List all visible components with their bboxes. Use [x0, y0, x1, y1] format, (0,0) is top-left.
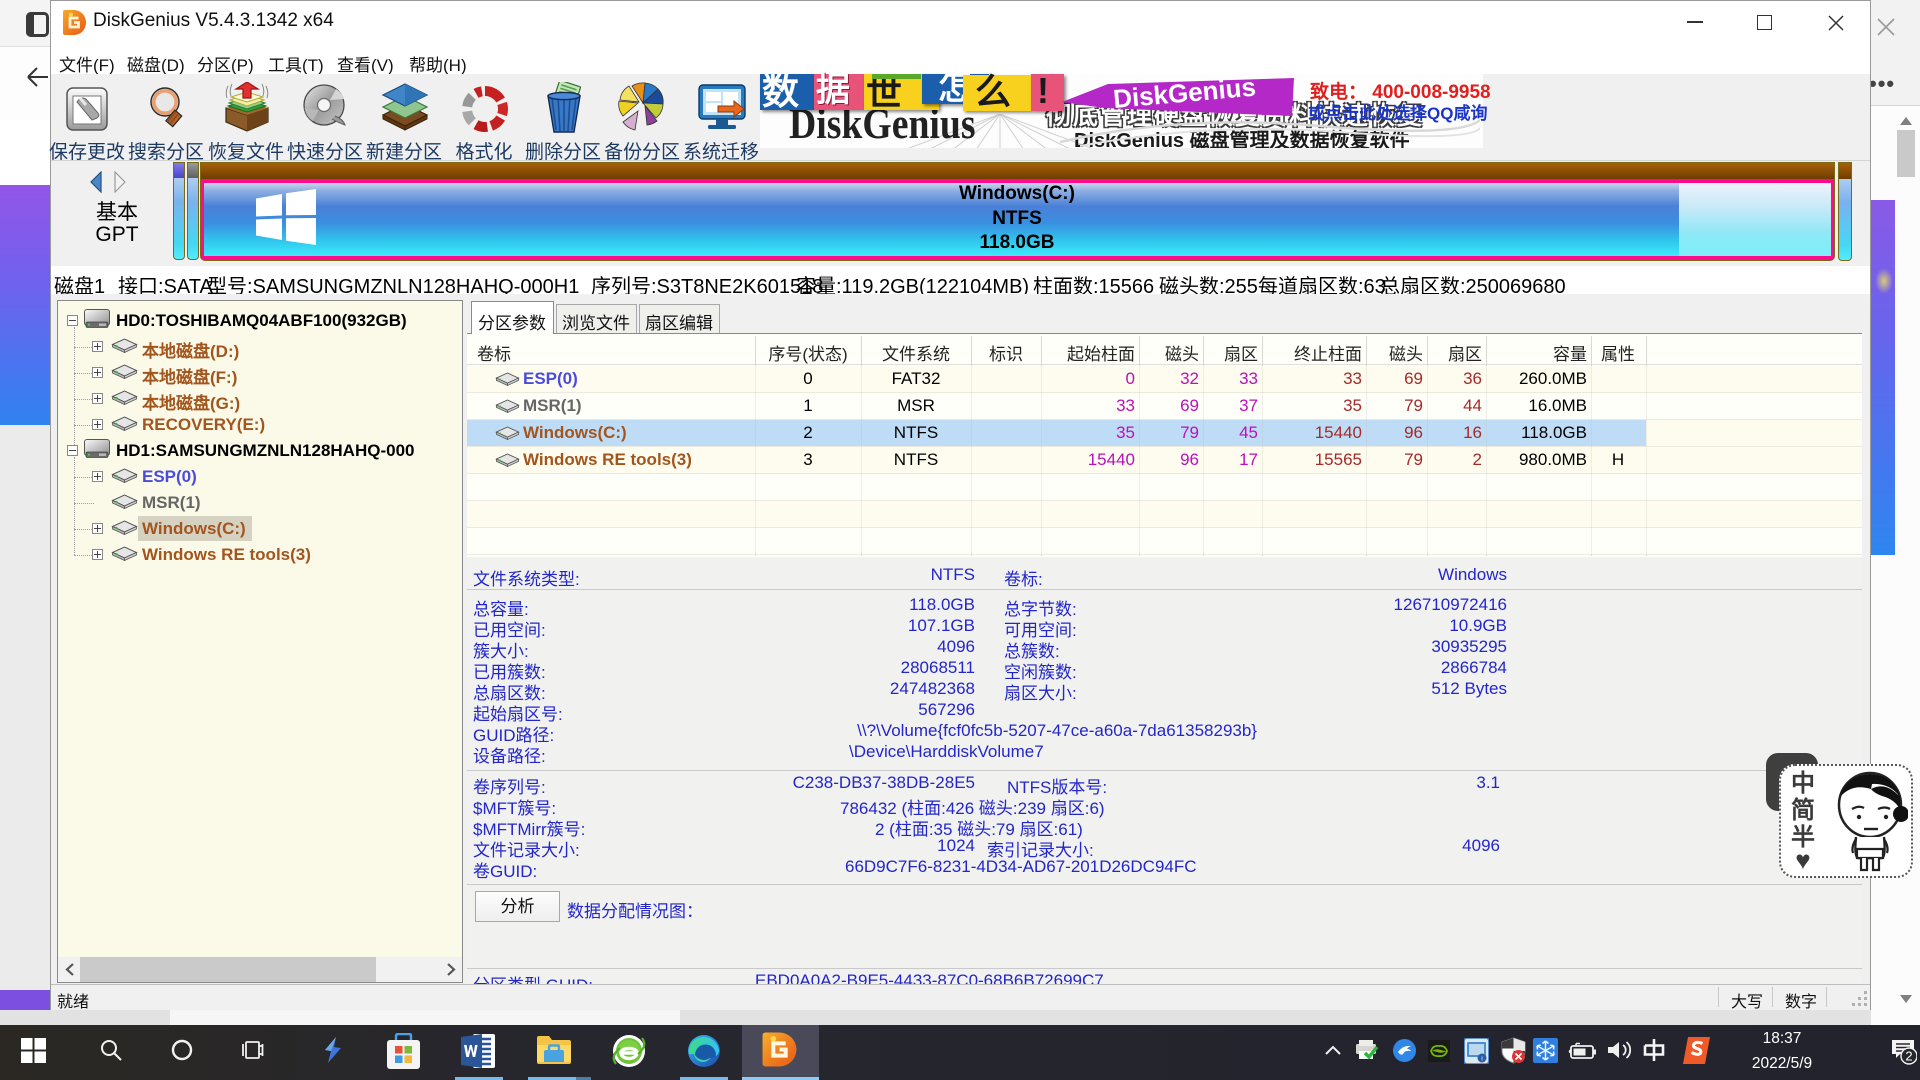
svg-text:i: i	[1481, 1057, 1482, 1063]
svg-text:2: 2	[1905, 1049, 1912, 1064]
